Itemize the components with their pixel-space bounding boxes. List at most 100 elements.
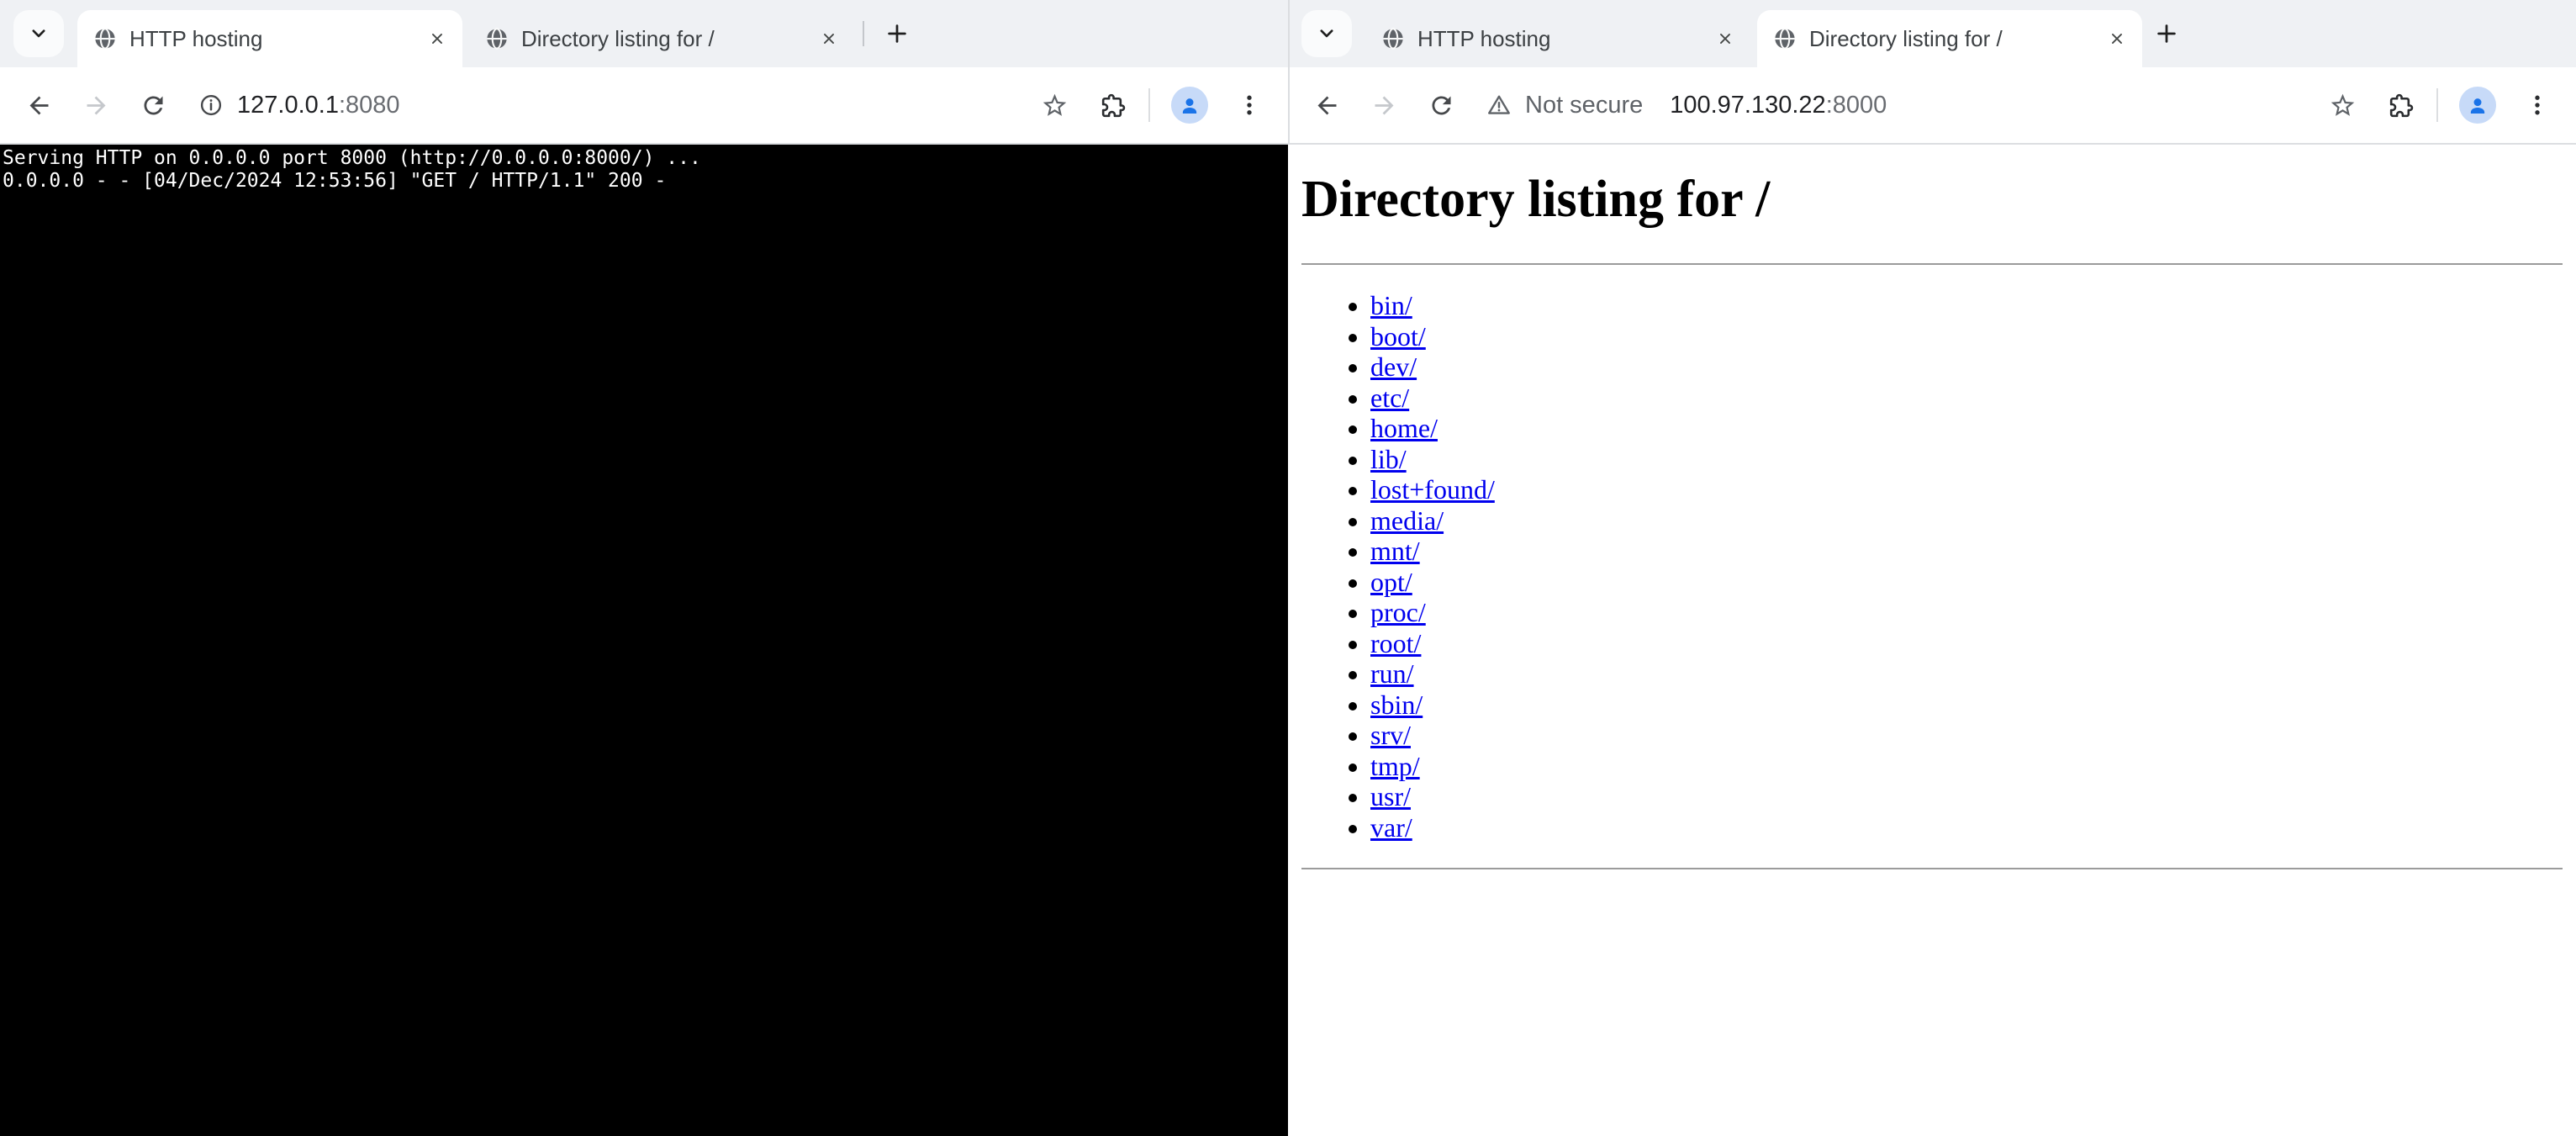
- directory-link[interactable]: usr/: [1370, 781, 1411, 811]
- tab-close-button[interactable]: [814, 24, 844, 54]
- tab-close-button[interactable]: [2102, 24, 2132, 54]
- directory-link[interactable]: etc/: [1370, 383, 1409, 413]
- back-button[interactable]: [18, 85, 59, 125]
- reload-button[interactable]: [133, 85, 173, 125]
- chevron-down-icon: [27, 22, 50, 45]
- directory-link[interactable]: lost+found/: [1370, 474, 1495, 505]
- url-port: :8080: [339, 92, 400, 119]
- toolbar-separator: [1148, 88, 1150, 122]
- tab-strip: HTTP hosting Directory listing for /: [1288, 0, 2576, 67]
- tab-http-hosting[interactable]: HTTP hosting: [1365, 10, 1750, 67]
- close-icon: [428, 29, 446, 48]
- chevron-down-icon: [1315, 22, 1338, 45]
- bookmark-button[interactable]: [2322, 85, 2362, 125]
- tab-title: Directory listing for /: [521, 26, 802, 52]
- page-title: Directory listing for /: [1301, 170, 2563, 230]
- directory-link[interactable]: proc/: [1370, 597, 1426, 627]
- directory-entry: run/: [1370, 658, 2563, 690]
- tab-search-button[interactable]: [1301, 10, 1352, 57]
- security-label: Not secure: [1525, 92, 1643, 119]
- directory-page: Directory listing for / bin/boot/dev/etc…: [1288, 145, 2576, 1136]
- directory-entry: etc/: [1370, 383, 2563, 414]
- directory-link[interactable]: tmp/: [1370, 751, 1420, 781]
- directory-entry: srv/: [1370, 720, 2563, 751]
- terminal-output: Serving HTTP on 0.0.0.0 port 8000 (http:…: [3, 147, 1288, 193]
- extensions-icon: [1098, 92, 1126, 119]
- directory-entry: boot/: [1370, 321, 2563, 352]
- directory-entry: media/: [1370, 505, 2563, 536]
- back-button[interactable]: [1306, 85, 1347, 125]
- close-icon: [820, 29, 838, 48]
- reload-button[interactable]: [1421, 85, 1461, 125]
- directory-link[interactable]: boot/: [1370, 321, 1426, 351]
- tab-separator: [863, 21, 864, 46]
- directory-entry: proc/: [1370, 597, 2563, 628]
- directory-link[interactable]: home/: [1370, 413, 1438, 443]
- avatar: [1171, 87, 1208, 124]
- directory-link[interactable]: var/: [1370, 812, 1412, 843]
- terminal-page: Serving HTTP on 0.0.0.0 port 8000 (http:…: [0, 145, 1288, 1136]
- back-icon: [25, 92, 53, 119]
- directory-link[interactable]: root/: [1370, 628, 1421, 658]
- directory-link[interactable]: lib/: [1370, 444, 1407, 474]
- directory-link[interactable]: media/: [1370, 505, 1444, 536]
- globe-icon: [92, 26, 118, 51]
- directory-link[interactable]: sbin/: [1370, 690, 1423, 720]
- tab-directory-listing[interactable]: Directory listing for /: [1757, 10, 2142, 67]
- tab-directory-listing[interactable]: Directory listing for /: [469, 10, 854, 67]
- directory-entry: lib/: [1370, 444, 2563, 475]
- tab-close-button[interactable]: [422, 24, 452, 54]
- browser-toolbar: Not secure 100.97.130.22:8000: [1288, 67, 2576, 145]
- directory-link[interactable]: srv/: [1370, 720, 1411, 750]
- person-icon: [1177, 92, 1202, 118]
- back-icon: [1313, 92, 1341, 119]
- browser-menu-button[interactable]: [2517, 85, 2558, 125]
- directory-list: bin/boot/dev/etc/home/lib/lost+found/med…: [1301, 290, 2563, 843]
- warning-icon[interactable]: [1486, 92, 1512, 118]
- tab-title: HTTP hosting: [1417, 26, 1698, 52]
- forward-button[interactable]: [1364, 85, 1404, 125]
- bookmark-button[interactable]: [1034, 85, 1074, 125]
- address-bar[interactable]: Not secure 100.97.130.22:8000: [1486, 92, 1887, 119]
- divider-top: [1301, 263, 2563, 265]
- directory-entry: dev/: [1370, 351, 2563, 383]
- directory-link[interactable]: mnt/: [1370, 536, 1420, 566]
- toolbar-separator: [2436, 88, 2438, 122]
- directory-entry: opt/: [1370, 567, 2563, 598]
- tab-strip: HTTP hosting Directory listing for /: [0, 0, 1288, 67]
- forward-button[interactable]: [76, 85, 116, 125]
- new-tab-button[interactable]: [878, 14, 916, 53]
- url-host: 127.0.0.1: [237, 92, 339, 119]
- extensions-button[interactable]: [1091, 85, 1132, 125]
- directory-link[interactable]: dev/: [1370, 351, 1417, 382]
- profile-button[interactable]: [1167, 82, 1212, 128]
- browser-menu-button[interactable]: [1229, 85, 1270, 125]
- directory-entry: tmp/: [1370, 751, 2563, 782]
- directory-entry: home/: [1370, 413, 2563, 444]
- directory-link[interactable]: opt/: [1370, 567, 1412, 597]
- info-icon[interactable]: [198, 92, 224, 118]
- reload-icon: [1428, 92, 1455, 119]
- reload-icon: [140, 92, 167, 119]
- extensions-button[interactable]: [2379, 85, 2420, 125]
- address-bar[interactable]: 127.0.0.1:8080: [198, 92, 400, 119]
- tab-http-hosting[interactable]: HTTP hosting: [77, 10, 462, 67]
- browser-toolbar: 127.0.0.1:8080: [0, 67, 1288, 145]
- person-icon: [2465, 92, 2490, 118]
- directory-link[interactable]: bin/: [1370, 290, 1412, 320]
- directory-link[interactable]: run/: [1370, 658, 1414, 689]
- tab-close-button[interactable]: [1710, 24, 1740, 54]
- three-dot-menu-icon: [1236, 92, 1263, 119]
- new-tab-button[interactable]: [2147, 14, 2186, 53]
- globe-icon: [484, 26, 509, 51]
- url-port: :8000: [1826, 92, 1887, 119]
- star-icon: [1041, 92, 1069, 119]
- close-icon: [2108, 29, 2126, 48]
- forward-icon: [1370, 92, 1398, 119]
- profile-button[interactable]: [2455, 82, 2500, 128]
- browser-window-right: HTTP hosting Directory listing for / Not…: [1288, 0, 2576, 1136]
- avatar: [2459, 87, 2496, 124]
- extensions-icon: [2386, 92, 2414, 119]
- tab-title: Directory listing for /: [1809, 26, 2090, 52]
- tab-search-button[interactable]: [13, 10, 64, 57]
